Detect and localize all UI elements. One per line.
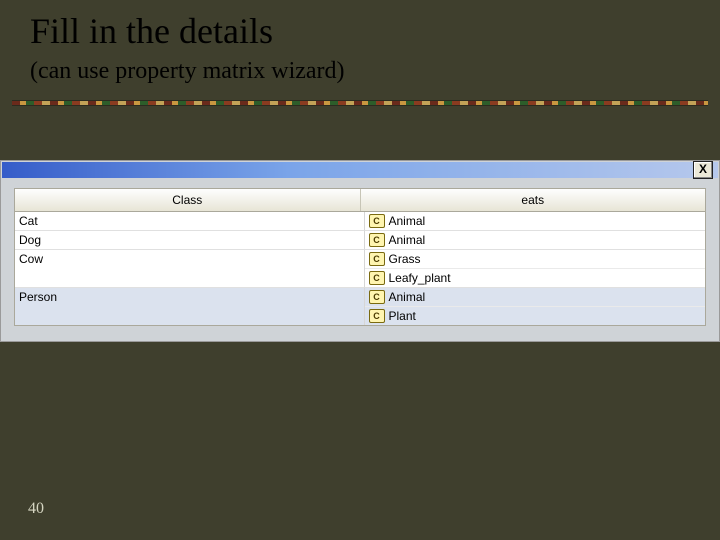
table-row[interactable]: Cow C Grass C Leafy_plant bbox=[15, 249, 705, 287]
table-row[interactable]: Dog C Animal bbox=[15, 230, 705, 249]
matrix-header-row: Class eats bbox=[14, 188, 706, 212]
eats-item[interactable]: C Animal bbox=[365, 288, 706, 306]
window-titlebar: X bbox=[2, 162, 718, 178]
eats-item[interactable]: C Animal bbox=[365, 231, 706, 249]
decorative-rule bbox=[12, 100, 708, 106]
class-label: Dog bbox=[19, 233, 41, 247]
eats-cell[interactable]: C Animal bbox=[365, 212, 706, 230]
eats-label: Leafy_plant bbox=[389, 271, 451, 285]
eats-item[interactable]: C Grass bbox=[365, 250, 706, 268]
eats-item[interactable]: C Leafy_plant bbox=[365, 268, 706, 287]
eats-label: Animal bbox=[389, 214, 426, 228]
eats-cell[interactable]: C Animal C Plant bbox=[365, 287, 706, 325]
class-badge-icon: C bbox=[369, 309, 385, 323]
eats-item[interactable]: C Plant bbox=[365, 306, 706, 325]
class-label: Person bbox=[19, 290, 57, 304]
matrix-window: X Class eats Cat C Animal Dog C Animal Cow C Gra… bbox=[0, 160, 720, 342]
eats-label: Animal bbox=[389, 233, 426, 247]
matrix-body: Cat C Animal Dog C Animal Cow C Grass C Leafy_plan… bbox=[14, 212, 706, 326]
class-badge-icon: C bbox=[369, 271, 385, 285]
class-label: Cow bbox=[19, 252, 43, 266]
table-row[interactable]: Cat C Animal bbox=[15, 212, 705, 230]
eats-item[interactable]: C Animal bbox=[365, 212, 706, 230]
eats-label: Grass bbox=[389, 252, 421, 266]
class-cell[interactable]: Cat bbox=[15, 212, 365, 230]
class-label: Cat bbox=[19, 214, 38, 228]
table-row[interactable]: Person C Animal C Plant bbox=[15, 287, 705, 325]
slide: Fill in the details (can use property ma… bbox=[0, 0, 720, 540]
column-header-class[interactable]: Class bbox=[15, 189, 361, 211]
page-number: 40 bbox=[28, 500, 44, 518]
column-header-eats[interactable]: eats bbox=[361, 189, 706, 211]
class-badge-icon: C bbox=[369, 214, 385, 228]
close-icon: X bbox=[699, 162, 707, 176]
property-matrix: Class eats Cat C Animal Dog C Animal Cow C Grass… bbox=[14, 188, 706, 326]
slide-subtitle: (can use property matrix wizard) bbox=[30, 58, 345, 85]
eats-label: Animal bbox=[389, 290, 426, 304]
class-badge-icon: C bbox=[369, 233, 385, 247]
slide-title: Fill in the details bbox=[30, 10, 273, 52]
class-badge-icon: C bbox=[369, 252, 385, 266]
eats-label: Plant bbox=[389, 309, 416, 323]
class-cell[interactable]: Dog bbox=[15, 230, 365, 249]
eats-cell[interactable]: C Animal bbox=[365, 230, 706, 249]
close-button[interactable]: X bbox=[693, 161, 713, 179]
class-badge-icon: C bbox=[369, 290, 385, 304]
eats-cell[interactable]: C Grass C Leafy_plant bbox=[365, 249, 706, 287]
class-cell[interactable]: Person bbox=[15, 287, 365, 325]
class-cell[interactable]: Cow bbox=[15, 249, 365, 287]
window-chrome: X Class eats Cat C Animal Dog C Animal Cow C Gra… bbox=[0, 160, 720, 342]
